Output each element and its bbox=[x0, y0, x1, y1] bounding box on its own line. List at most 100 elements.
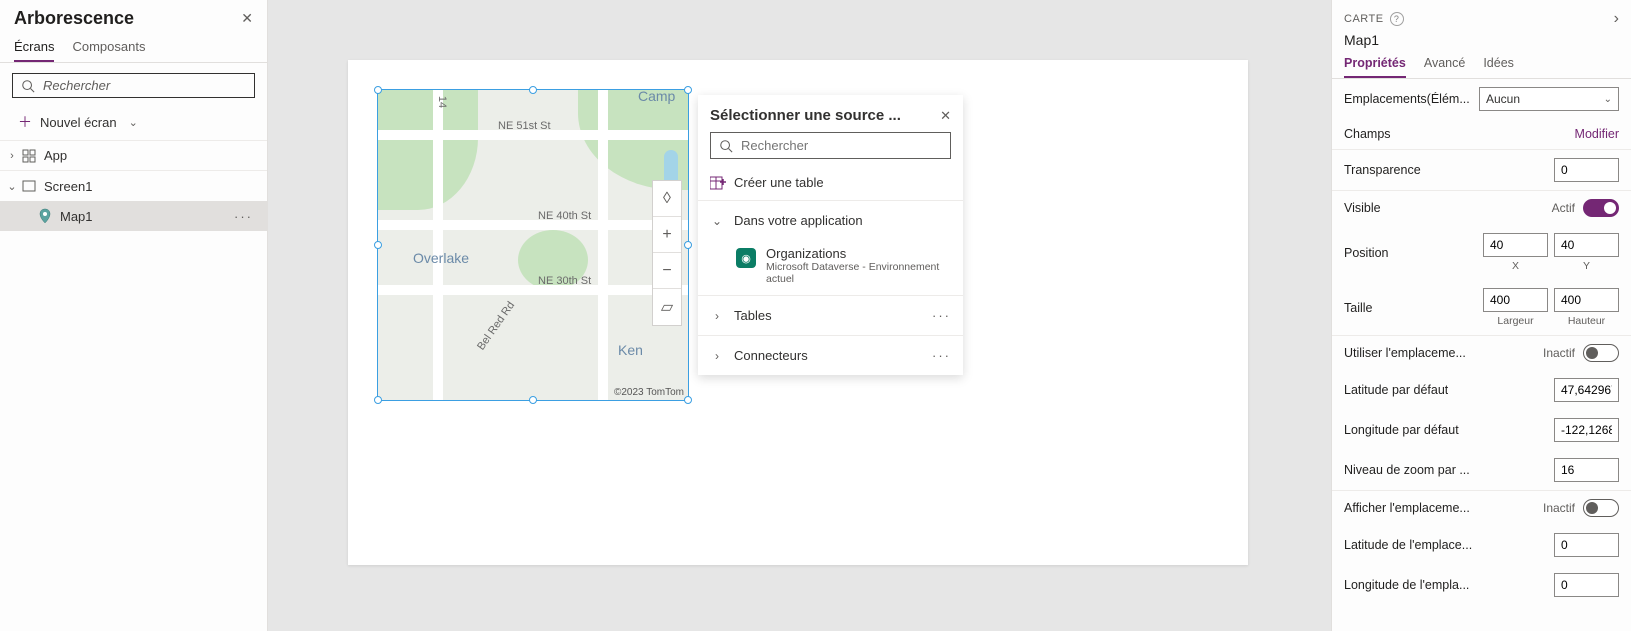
tab-components[interactable]: Composants bbox=[72, 39, 145, 62]
datasource-item-title: Organizations bbox=[766, 246, 951, 261]
section-in-app[interactable]: ⌄ Dans votre application bbox=[698, 201, 963, 240]
prop-transparency-label: Transparence bbox=[1344, 163, 1421, 177]
control-category: CARTE bbox=[1344, 13, 1384, 25]
map-compass-button[interactable]: ◊ bbox=[653, 181, 681, 217]
tree-search-input[interactable] bbox=[43, 78, 246, 93]
map-image: NE 51st St NE 40th St NE 30th St Bel Red… bbox=[378, 90, 688, 400]
map-pin-icon bbox=[36, 207, 54, 225]
section-in-app-label: Dans votre application bbox=[734, 213, 863, 228]
prop-position-label: Position bbox=[1344, 246, 1388, 260]
resize-handle[interactable] bbox=[374, 396, 382, 404]
chevron-down-icon: ⌄ bbox=[129, 116, 138, 129]
prop-defzoom-input[interactable] bbox=[1554, 458, 1619, 482]
prop-deflat-input[interactable] bbox=[1554, 378, 1619, 402]
rp-tab-advanced[interactable]: Avancé bbox=[1424, 56, 1465, 78]
datasource-search-box[interactable] bbox=[710, 132, 951, 159]
close-icon[interactable]: ✕ bbox=[940, 108, 951, 124]
prop-size-h-input[interactable] bbox=[1554, 288, 1619, 312]
tree-search-box[interactable] bbox=[12, 73, 255, 98]
prop-visible-state: Actif bbox=[1552, 201, 1575, 215]
prop-locations-select[interactable]: Aucun ⌄ bbox=[1479, 87, 1619, 111]
resize-handle[interactable] bbox=[374, 241, 382, 249]
prop-fields-edit-link[interactable]: Modifier bbox=[1575, 127, 1619, 141]
section-connectors-label: Connecteurs bbox=[734, 348, 808, 363]
prop-useloc-label: Utiliser l'emplaceme... bbox=[1344, 346, 1466, 360]
street-label: NE 40th St bbox=[538, 210, 591, 222]
street-label: Bel Red Rd bbox=[475, 300, 517, 353]
tree-item-map[interactable]: Map1 ··· bbox=[0, 201, 267, 231]
prop-loclon-input[interactable] bbox=[1554, 573, 1619, 597]
section-tables-label: Tables bbox=[734, 308, 772, 323]
map-zoom-out-button[interactable]: − bbox=[653, 253, 681, 289]
place-label: Camp bbox=[638, 90, 675, 104]
prop-showloc-label: Afficher l'emplaceme... bbox=[1344, 501, 1470, 515]
prop-size-h-caption: Hauteur bbox=[1568, 315, 1605, 327]
place-label: Overlake bbox=[413, 250, 469, 266]
map-pitch-button[interactable]: ▱ bbox=[653, 289, 681, 325]
new-screen-label: Nouvel écran bbox=[40, 115, 117, 130]
search-icon bbox=[21, 79, 35, 93]
datasource-search-input[interactable] bbox=[741, 138, 942, 153]
prop-useloc-toggle[interactable] bbox=[1583, 344, 1619, 362]
map-control[interactable]: NE 51st St NE 40th St NE 30th St Bel Red… bbox=[378, 90, 688, 400]
street-label: 14 bbox=[436, 96, 448, 108]
expand-panel-icon[interactable]: › bbox=[1614, 10, 1619, 28]
prop-size-w-input[interactable] bbox=[1483, 288, 1548, 312]
properties-panel: CARTE ? › Map1 Propriétés Avancé Idées E… bbox=[1331, 0, 1631, 631]
resize-handle[interactable] bbox=[374, 86, 382, 94]
prop-visible-toggle[interactable] bbox=[1583, 199, 1619, 217]
datasource-popup: Sélectionner une source ... ✕ Créer une … bbox=[698, 95, 963, 375]
prop-locations-value: Aucun bbox=[1486, 92, 1520, 106]
chevron-right-icon: › bbox=[710, 349, 724, 363]
create-table-button[interactable]: Créer une table bbox=[698, 169, 963, 201]
tree-item-map-label: Map1 bbox=[60, 209, 93, 224]
prop-showloc-toggle[interactable] bbox=[1583, 499, 1619, 517]
chevron-down-icon: ⌄ bbox=[710, 214, 724, 228]
prop-locations-label: Emplacements(Élém... bbox=[1344, 92, 1470, 106]
section-connectors[interactable]: › Connecteurs ··· bbox=[698, 336, 963, 375]
resize-handle[interactable] bbox=[684, 241, 692, 249]
search-icon bbox=[719, 139, 733, 153]
tree-item-app[interactable]: › App bbox=[0, 141, 267, 171]
datasource-item-organizations[interactable]: ◉ Organizations Microsoft Dataverse - En… bbox=[698, 240, 963, 295]
datasource-item-subtitle: Microsoft Dataverse - Environnement actu… bbox=[766, 261, 951, 285]
prop-position-x-caption: X bbox=[1512, 260, 1519, 272]
chevron-right-icon: › bbox=[710, 309, 724, 323]
street-label: NE 51st St bbox=[498, 120, 551, 132]
prop-deflat-label: Latitude par défaut bbox=[1344, 383, 1448, 397]
prop-useloc-state: Inactif bbox=[1543, 346, 1575, 360]
create-table-label: Créer une table bbox=[734, 175, 824, 190]
prop-loclat-input[interactable] bbox=[1554, 533, 1619, 557]
prop-position-y-input[interactable] bbox=[1554, 233, 1619, 257]
tree-item-screen[interactable]: ⌄ Screen1 bbox=[0, 171, 267, 201]
resize-handle[interactable] bbox=[684, 86, 692, 94]
section-tables[interactable]: › Tables ··· bbox=[698, 296, 963, 335]
resize-handle[interactable] bbox=[684, 396, 692, 404]
control-name[interactable]: Map1 bbox=[1332, 30, 1631, 56]
place-label: Ken bbox=[618, 342, 643, 358]
dataverse-icon: ◉ bbox=[736, 248, 756, 268]
prop-position-x-input[interactable] bbox=[1483, 233, 1548, 257]
prop-visible-label: Visible bbox=[1344, 201, 1381, 215]
rp-tab-ideas[interactable]: Idées bbox=[1483, 56, 1514, 78]
more-icon[interactable]: ··· bbox=[932, 308, 951, 323]
prop-transparency-input[interactable] bbox=[1554, 158, 1619, 182]
rp-tab-properties[interactable]: Propriétés bbox=[1344, 56, 1406, 78]
map-attribution: ©2023 TomTom bbox=[614, 387, 684, 398]
close-tree-view-icon[interactable]: ✕ bbox=[241, 10, 253, 27]
map-zoom-in-button[interactable]: + bbox=[653, 217, 681, 253]
tab-screens[interactable]: Écrans bbox=[14, 39, 54, 62]
resize-handle[interactable] bbox=[529, 86, 537, 94]
app-icon bbox=[20, 147, 38, 165]
screen-canvas[interactable]: NE 51st St NE 40th St NE 30th St Bel Red… bbox=[348, 60, 1248, 565]
help-icon[interactable]: ? bbox=[1390, 12, 1404, 26]
plus-icon: ＋ bbox=[18, 112, 32, 132]
prop-size-w-caption: Largeur bbox=[1497, 315, 1533, 327]
new-screen-button[interactable]: ＋ Nouvel écran ⌄ bbox=[0, 108, 267, 141]
prop-deflon-label: Longitude par défaut bbox=[1344, 423, 1459, 437]
prop-loclon-label: Longitude de l'empla... bbox=[1344, 578, 1469, 592]
prop-deflon-input[interactable] bbox=[1554, 418, 1619, 442]
tree-item-more-icon[interactable]: ··· bbox=[234, 209, 253, 224]
resize-handle[interactable] bbox=[529, 396, 537, 404]
more-icon[interactable]: ··· bbox=[932, 348, 951, 363]
